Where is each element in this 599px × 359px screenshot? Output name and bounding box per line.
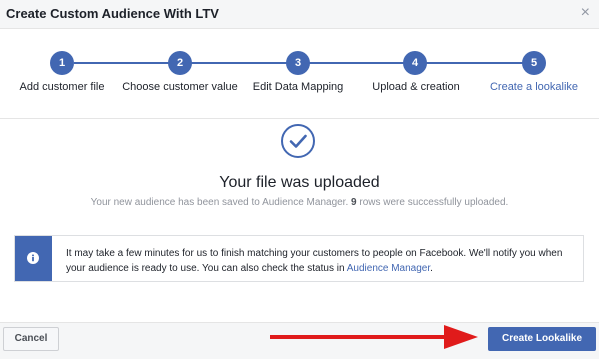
success-title: Your file was uploaded [219,174,380,191]
success-subtitle-start: Your new audience has been saved to Audi… [90,197,349,208]
notice-text: It may take a few minutes for us to fini… [66,246,576,276]
arrow-right-icon [270,325,478,349]
notice-period: . [430,263,433,274]
step-4-circle: 4 [403,51,427,75]
step-5-circle: 5 [522,51,546,75]
row-count: 9 [351,197,357,208]
step-1-circle: 1 [50,51,74,75]
step-2-label: Choose customer value [122,81,238,93]
create-lookalike-button[interactable]: Create Lookalike [488,327,596,351]
notice-accent-bar [15,236,52,281]
step-1-label: Add customer file [19,81,105,93]
success-subtitle: Your new audience has been saved to Audi… [0,197,599,208]
notice-message: It may take a few minutes for us to fini… [66,248,563,274]
step-4-label: Upload & creation [372,81,460,93]
dialog-header: Create Custom Audience With LTV × [0,0,599,29]
step-5-label: Create a lookalike [489,81,579,93]
check-circle-icon [281,124,315,158]
dialog-title: Create Custom Audience With LTV [6,6,219,21]
info-icon [27,252,39,264]
step-2-circle: 2 [168,51,192,75]
cancel-button[interactable]: Cancel [3,327,59,351]
info-notice: It may take a few minutes for us to fini… [14,235,584,282]
audience-manager-link[interactable]: Audience Manager [347,263,430,274]
section-divider [0,118,599,119]
step-3-label: Edit Data Mapping [252,81,344,93]
success-subtitle-end: rows were successfully uploaded. [359,197,509,208]
progress-stepper: 1 2 3 4 5 Add customer file Choose custo… [0,46,599,106]
step-3-circle: 3 [286,51,310,75]
close-icon[interactable]: × [581,4,590,22]
